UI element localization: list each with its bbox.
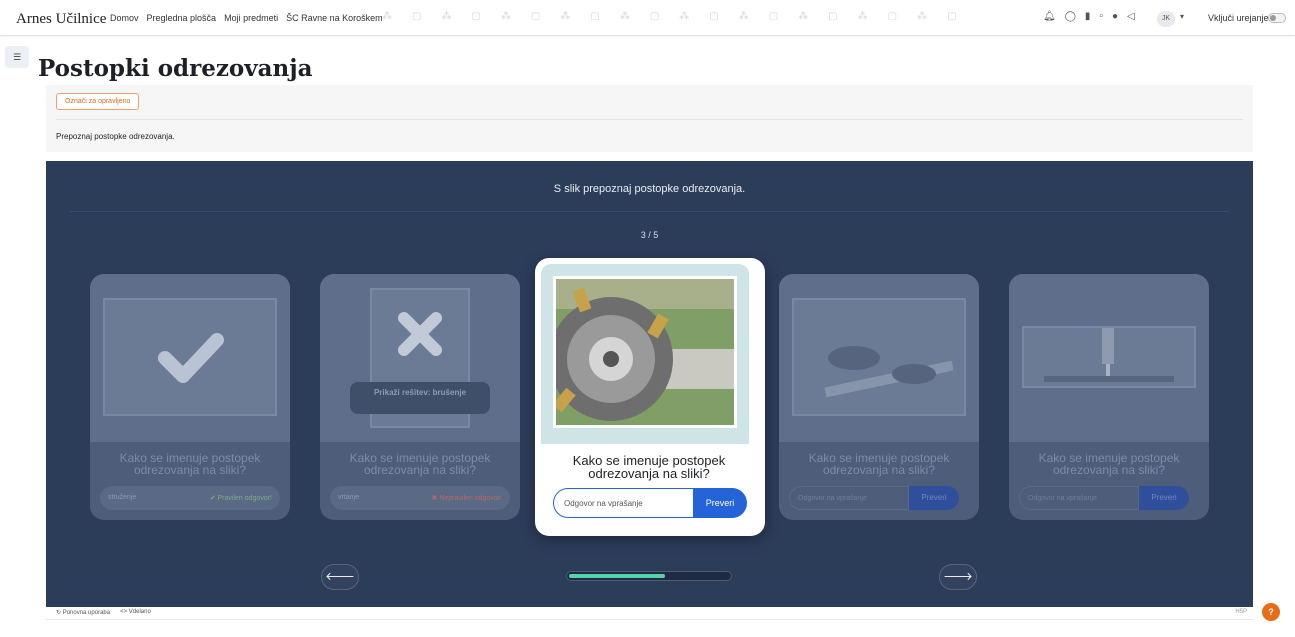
- divider: [56, 119, 1243, 120]
- refresh-icon: ↻: [56, 610, 63, 616]
- progress-fill: [569, 574, 665, 578]
- next-button[interactable]: 🡒: [939, 564, 977, 590]
- arrow-left-icon: 🡐: [325, 571, 355, 583]
- embed-button[interactable]: <> Vdelano: [120, 609, 151, 616]
- nav-icon-group: 🔔︎ ◯ ▮ ▫ ● ◁: [1043, 11, 1135, 22]
- h5p-logo[interactable]: H5P: [1235, 609, 1247, 615]
- answer-input[interactable]: Odgovor na vprašanje: [553, 488, 695, 518]
- activity-header: Označi za opravljeno Prepoznaj postopke …: [46, 85, 1253, 152]
- question-mark-icon: ?: [1268, 607, 1274, 617]
- drill-press-photo: [1022, 326, 1196, 388]
- card-image-area: Prikaži rešitev: brušenje: [320, 274, 520, 442]
- square-icon[interactable]: ▫: [1099, 11, 1103, 22]
- arrow-right-icon: 🡒: [943, 571, 973, 583]
- reuse-button[interactable]: ↻ Ponovna uporaba: [56, 609, 110, 616]
- check-button[interactable]: Preveri: [693, 488, 747, 518]
- card-2: Prikaži rešitev: brušenje Kako se imenuj…: [320, 274, 520, 520]
- edit-mode-toggle[interactable]: [1268, 13, 1286, 23]
- answer-row: vrtanje ✖ Nepravilen odgovor!: [330, 486, 510, 510]
- card-question: Kako se imenuje postopek odrezovanja na …: [1038, 451, 1180, 477]
- answer-input-group: Odgovor na vprašanje Preveri: [1019, 486, 1199, 510]
- check-button[interactable]: Preveri: [1139, 486, 1189, 510]
- edit-mode-label: Vključi urejanje: [1208, 13, 1269, 23]
- activity-intro: Prepoznaj postopke odrezovanja.: [56, 132, 175, 141]
- answer-input-group: Odgovor na vprašanje Preveri: [789, 486, 969, 510]
- nav-link-school[interactable]: ŠC Ravne na Koroškem: [286, 13, 383, 23]
- show-solution-button[interactable]: Prikaži rešitev: brušenje: [350, 382, 490, 414]
- grinding-photo: [792, 298, 966, 416]
- previous-button[interactable]: 🡐: [321, 564, 359, 590]
- h5p-footer: ↻ Ponovna uporaba <> Vdelano H5P: [46, 607, 1253, 620]
- h5p-image-sequence: S slik prepoznaj postopke odrezovanja. 3…: [46, 161, 1253, 607]
- list-icon: ☰: [12, 52, 22, 62]
- avatar[interactable]: JK: [1157, 11, 1175, 27]
- answer-input-group: Odgovor na vprašanje Preveri: [553, 488, 747, 518]
- chevron-down-icon[interactable]: ▾: [1180, 12, 1184, 21]
- card-image-area: [90, 274, 290, 442]
- page-title: Postopki odrezovanja: [38, 55, 313, 82]
- nav-link-home[interactable]: Domov: [110, 13, 139, 23]
- nav-link-dashboard[interactable]: Pregledna plošča: [147, 13, 217, 23]
- card-counter: 3 / 5: [640, 230, 659, 240]
- answer-value: struženje: [108, 494, 137, 501]
- answer-value: vrtanje: [338, 494, 360, 501]
- chat-icon[interactable]: ◯: [1065, 11, 1076, 22]
- megaphone-icon[interactable]: ◁: [1127, 11, 1135, 22]
- card-question: Kako se imenuje postopek odrezovanja na …: [572, 453, 726, 481]
- help-icon[interactable]: ●: [1112, 11, 1118, 22]
- feedback-wrong: ✖ Nepravilen odgovor!: [431, 495, 502, 502]
- answer-row: struženje ✔ Pravilen odgovor!: [100, 486, 280, 510]
- answer-input[interactable]: Odgovor na vprašanje: [1019, 486, 1139, 510]
- primary-nav: Domov Pregledna plošča Moji predmeti ŠC …: [110, 13, 383, 23]
- card-image-area: [541, 264, 749, 444]
- turning-photo: [103, 298, 277, 416]
- mark-done-button[interactable]: Označi za opravljeno: [56, 93, 140, 110]
- decorative-pattern: ⁂ ▢ ⁂ ▢ ⁂ ▢ ⁂ ▢ ⁂ ▢ ⁂ ▢ ⁂ ▢ ⁂ ▢ ⁂ ▢ ⁂ ▢: [382, 11, 957, 22]
- book-icon[interactable]: ▮: [1085, 11, 1091, 22]
- check-button[interactable]: Preveri: [909, 486, 959, 510]
- card-image-area: [1009, 274, 1209, 442]
- card-question: Kako se imenuje postopek odrezovanja na …: [808, 451, 950, 477]
- feedback-correct: ✔ Pravilen odgovor!: [209, 495, 272, 502]
- course-index-toggle[interactable]: ☰: [5, 46, 29, 68]
- card-question: Kako se imenuje postopek odrezovanja na …: [349, 451, 491, 477]
- h5p-actions: ↻ Ponovna uporaba <> Vdelano: [56, 609, 151, 616]
- help-button[interactable]: ?: [1262, 603, 1280, 621]
- card-5: Kako se imenuje postopek odrezovanja na …: [1009, 274, 1209, 520]
- site-brand[interactable]: Arnes Učilnice: [16, 11, 106, 28]
- divider: [70, 211, 1229, 212]
- card-4: Kako se imenuje postopek odrezovanja na …: [779, 274, 979, 520]
- code-icon: <>: [120, 609, 129, 615]
- card-question: Kako se imenuje postopek odrezovanja na …: [119, 451, 261, 477]
- nav-link-my-courses[interactable]: Moji predmeti: [224, 13, 278, 23]
- card-3-active: Kako se imenuje postopek odrezovanja na …: [535, 258, 765, 536]
- card-1: Kako se imenuje postopek odrezovanja na …: [90, 274, 290, 520]
- bell-icon[interactable]: 🔔︎: [1043, 11, 1056, 22]
- card-image-area: [779, 274, 979, 442]
- h5p-title: S slik prepoznaj postopke odrezovanja.: [553, 183, 746, 195]
- progress-bar: [566, 571, 732, 581]
- answer-input[interactable]: Odgovor na vprašanje: [789, 486, 909, 510]
- milling-cutter-photo: [553, 276, 737, 428]
- top-navbar: Arnes Učilnice Domov Pregledna plošča Mo…: [0, 0, 1295, 36]
